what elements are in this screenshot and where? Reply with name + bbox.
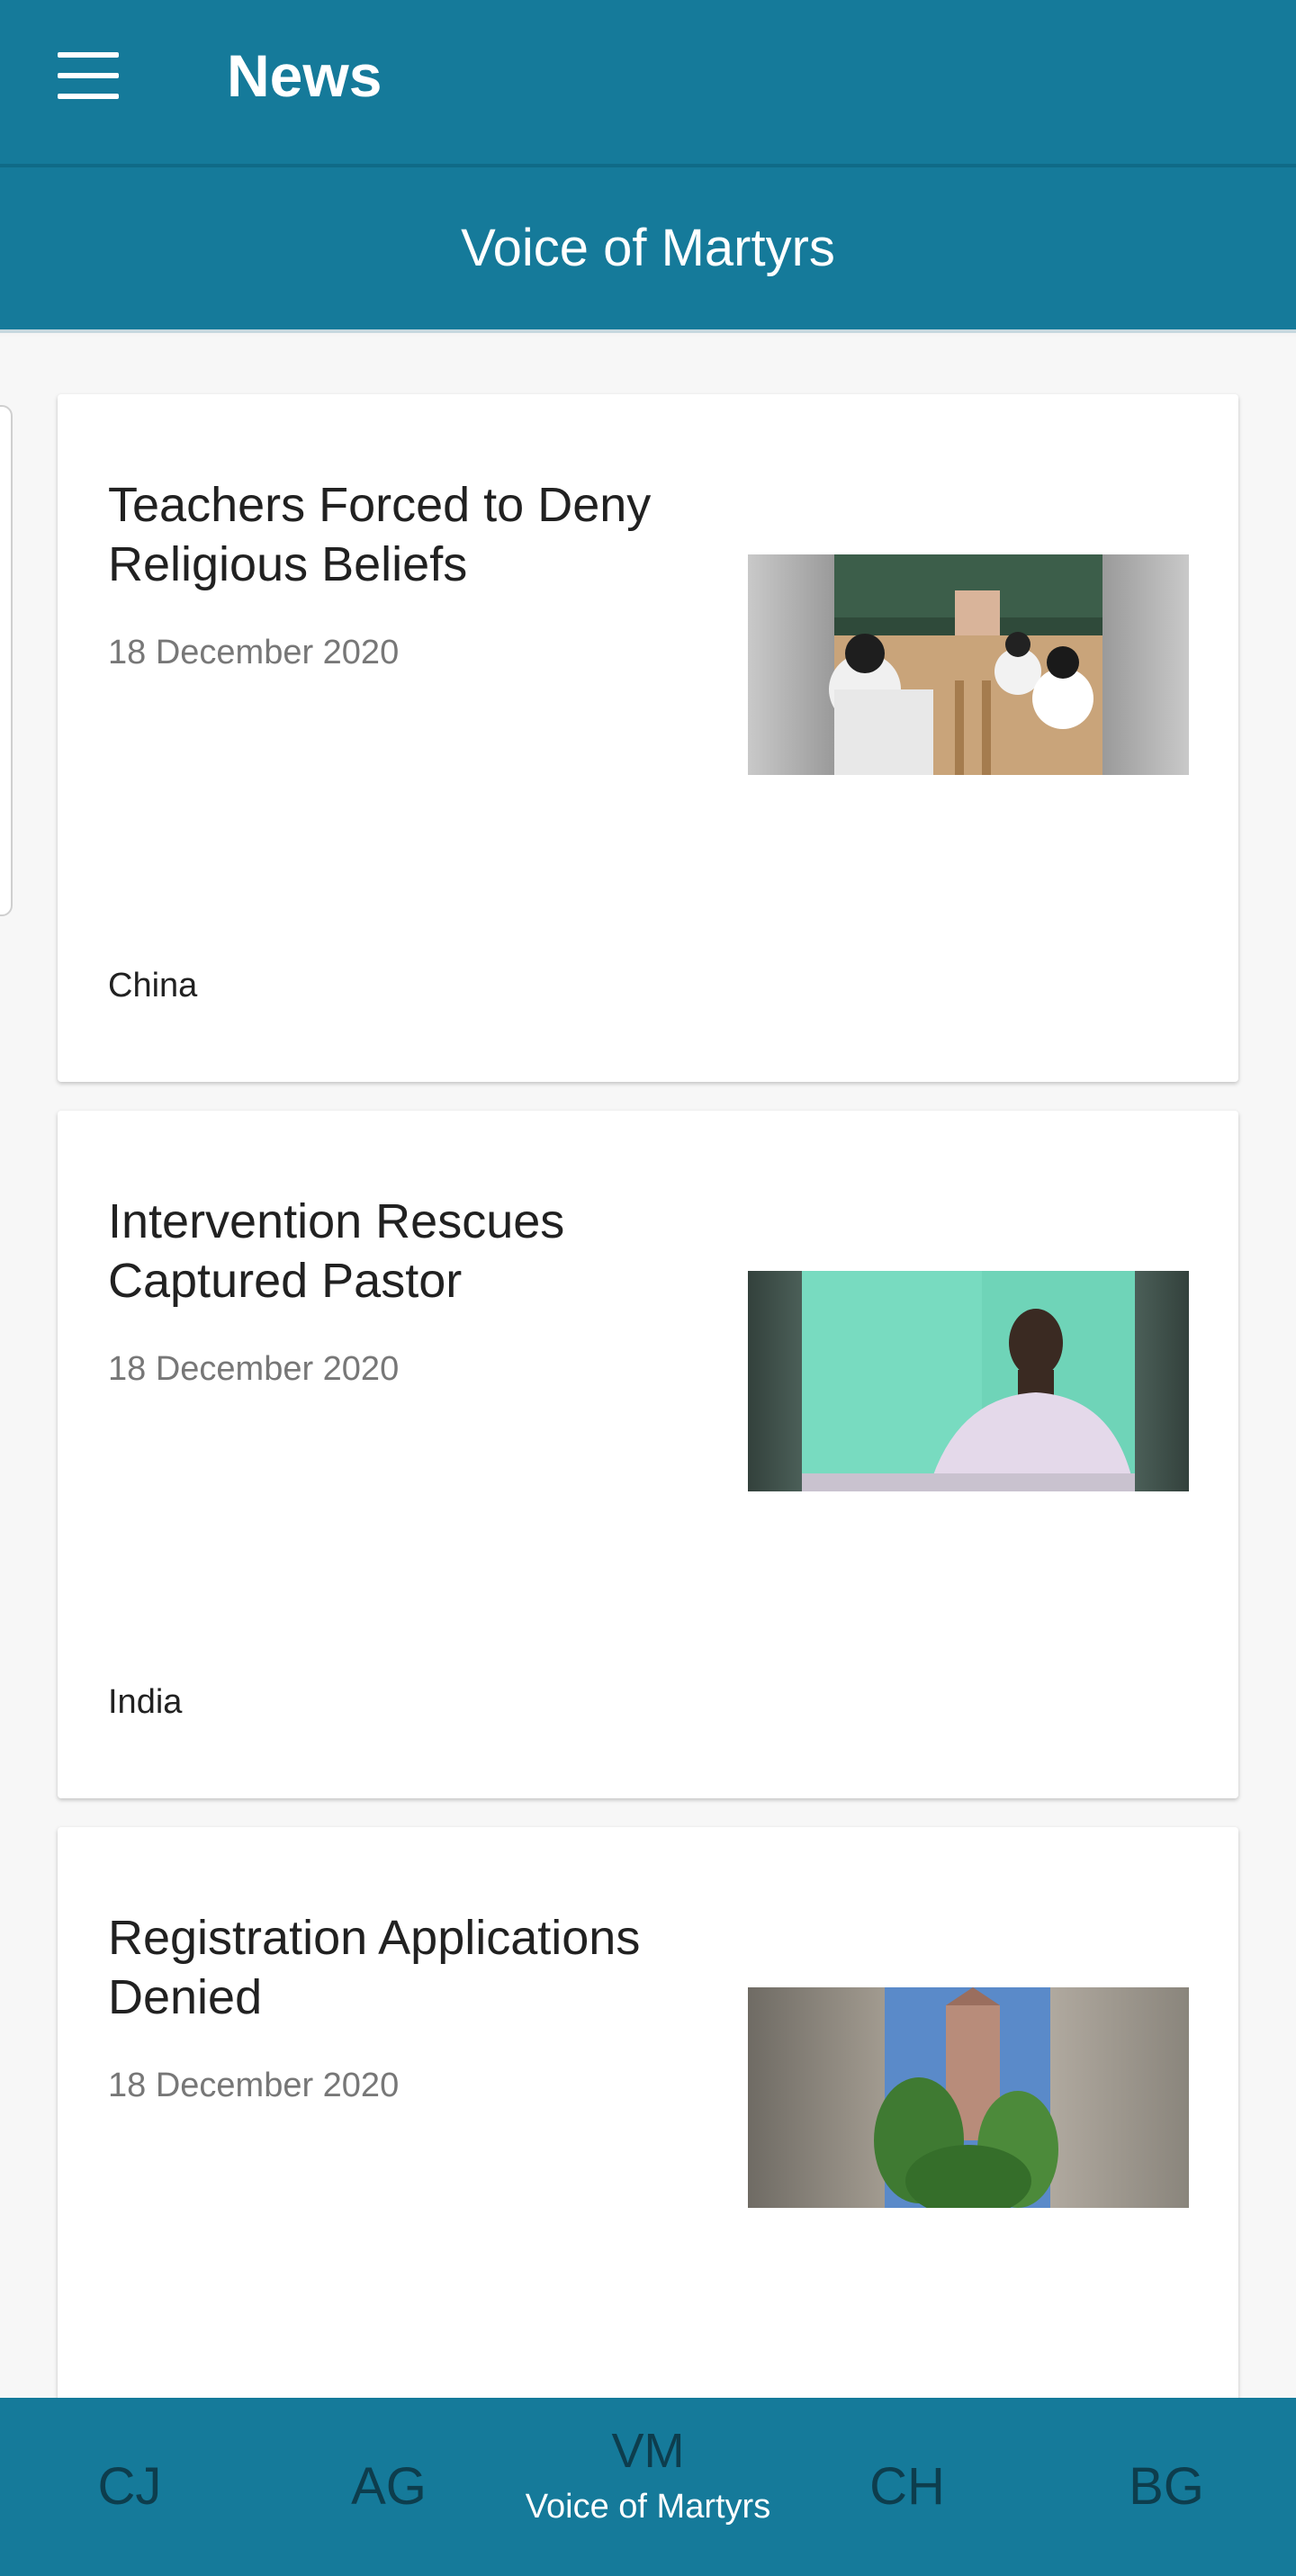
article-region: China [108,967,198,1004]
nav-code: BG [1129,2457,1204,2516]
section-header: Voice of Martyrs [0,167,1296,333]
nav-code: CJ [97,2457,162,2516]
nav-label: Voice of Martyrs [525,2488,771,2526]
nav-item-ag[interactable]: AG [259,2398,518,2576]
hamburger-menu-icon[interactable] [58,52,119,99]
app-bar: News [0,0,1296,164]
article-thumbnail [748,1271,1189,1491]
article-title: Registration Applications Denied [108,1911,641,2024]
article-card[interactable]: Registration Applications Denied 18 Dece… [58,1827,1238,2398]
article-card[interactable]: Intervention Rescues Captured Pastor 18 … [58,1111,1238,1798]
section-title: Voice of Martyrs [461,219,835,277]
article-date: 18 December 2020 [108,2067,400,2104]
nav-code: AG [351,2457,427,2516]
nav-item-bg[interactable]: BG [1037,2398,1296,2576]
article-title: Intervention Rescues Captured Pastor [108,1194,565,1308]
article-thumbnail [748,554,1189,775]
nav-item-ch[interactable]: CH [778,2398,1037,2576]
article-title: Teachers Forced to Deny Religious Belief… [108,478,652,591]
article-date: 18 December 2020 [108,1350,400,1388]
page-title: News [227,42,382,109]
article-date: 18 December 2020 [108,634,400,671]
nav-code: CH [869,2457,945,2516]
nav-code: VM [611,2424,685,2478]
nav-item-cj[interactable]: CJ [0,2398,259,2576]
bottom-navigation: CJ AG VM Voice of Martyrs CH BG [0,2398,1296,2576]
nav-item-vm[interactable]: VM Voice of Martyrs [518,2398,778,2576]
news-app: News Voice of Martyrs Teachers Forced to… [0,0,1296,2576]
article-list[interactable]: Teachers Forced to Deny Religious Belief… [0,337,1296,2398]
article-card[interactable]: Teachers Forced to Deny Religious Belief… [58,394,1238,1082]
previous-card-edge[interactable] [0,405,13,916]
article-thumbnail [748,1987,1189,2208]
article-region: India [108,1683,183,1721]
